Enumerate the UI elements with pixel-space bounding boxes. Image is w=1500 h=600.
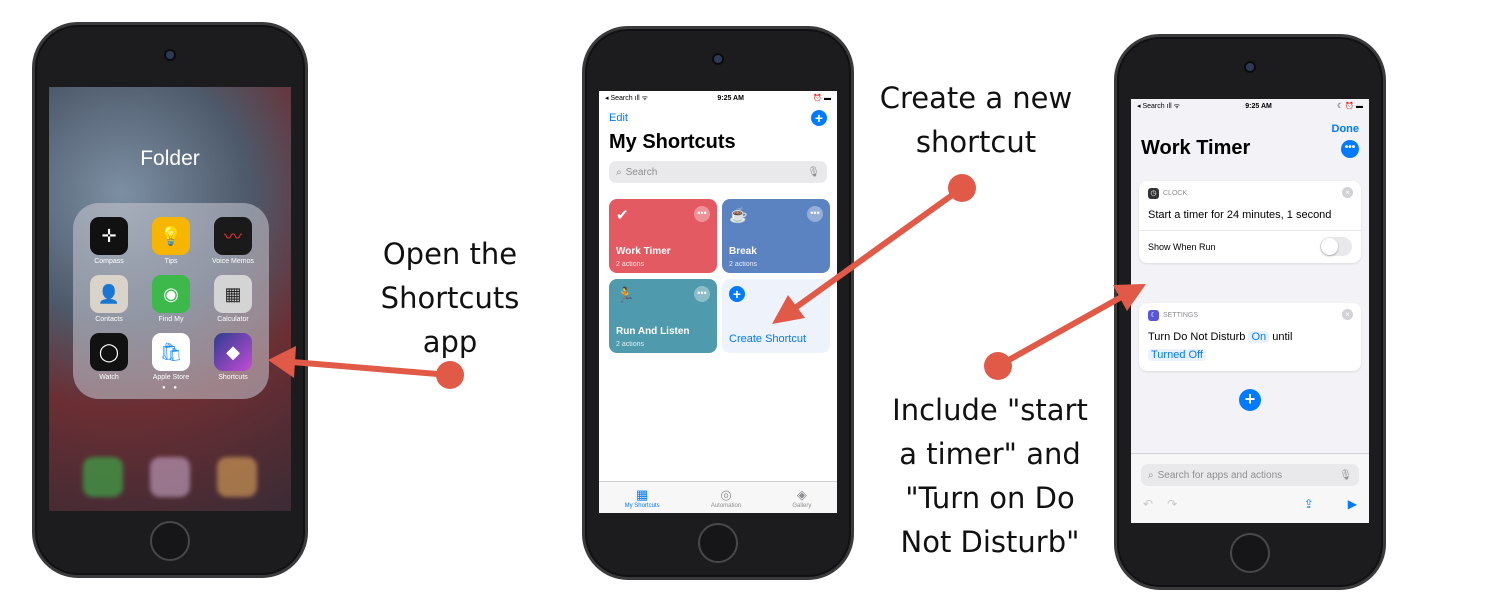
arrow-create-shortcut	[772, 174, 976, 324]
arrow-include-actions	[984, 284, 1146, 380]
annotation-arrows	[268, 174, 1146, 389]
arrow-open-app	[268, 346, 464, 389]
